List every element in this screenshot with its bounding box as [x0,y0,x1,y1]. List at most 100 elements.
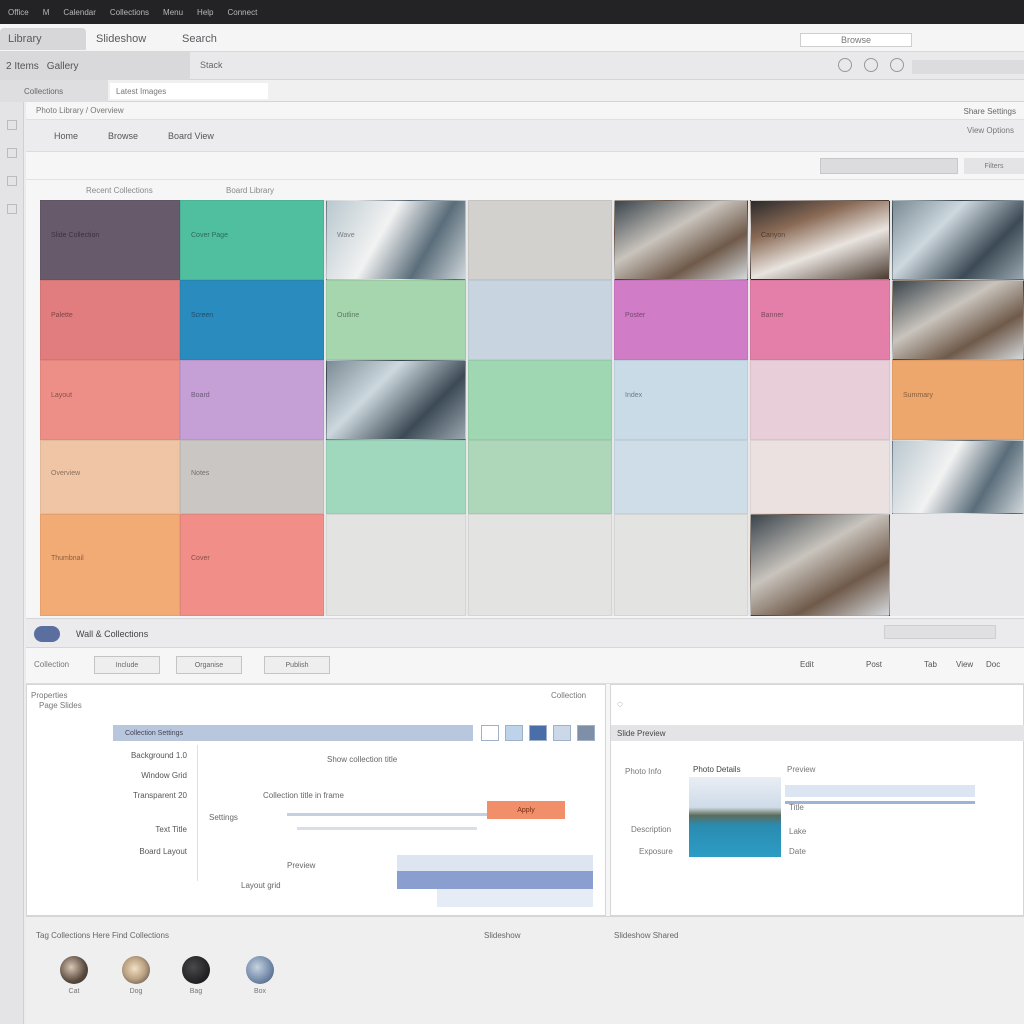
show-title-option[interactable]: Show collection title [327,755,397,764]
collections-label[interactable]: Collections [0,80,108,102]
gallery-tile[interactable] [468,280,612,360]
section-search[interactable] [884,625,996,639]
gallery-tile[interactable]: Wave [326,200,466,280]
include-button[interactable]: Include [94,656,160,674]
collection-settings-strip[interactable]: Collection Settings [113,725,473,741]
list-icon[interactable] [553,725,571,741]
system-menu-item[interactable]: Menu [163,8,183,17]
gallery-tile[interactable] [326,360,466,440]
gallery-tile[interactable] [892,440,1024,514]
tab-library[interactable]: Library [0,28,86,50]
system-menu-item[interactable]: Help [197,8,213,17]
info-value[interactable]: Lake [789,827,806,836]
tab-icon[interactable]: Tab [924,660,937,669]
rail-icon[interactable] [6,204,17,214]
dock-item[interactable]: Dog [116,956,156,1012]
row-value[interactable]: 1.0 [176,751,187,760]
stack-label[interactable]: Stack [200,60,223,70]
opacity-slider[interactable] [287,813,487,816]
row-value[interactable]: 20 [178,791,187,800]
dock-item[interactable]: Box [240,956,280,1012]
gallery-tile[interactable]: Layout [40,360,180,440]
rail-icon[interactable] [6,120,17,130]
doc-icon[interactable]: Doc [986,660,1000,669]
gallery-tile[interactable] [326,514,466,616]
share-settings-link[interactable]: Share Settings [964,107,1016,116]
gallery-tile[interactable]: Index [614,360,748,440]
system-menu-item[interactable]: Collections [110,8,149,17]
system-menu-item[interactable]: Calendar [63,8,95,17]
system-menu-item[interactable]: Connect [228,8,258,17]
gallery-tile[interactable] [892,200,1024,280]
gallery-tile[interactable] [326,440,466,514]
latest-images-field[interactable]: Latest Images [110,83,268,99]
grid-icon[interactable] [505,725,523,741]
frame-icon[interactable] [529,725,547,741]
toolbar-browse[interactable]: Browse [108,131,138,141]
gallery-tile[interactable]: Poster [614,280,748,360]
gallery-tile[interactable] [468,200,612,280]
system-menu-item[interactable]: M [43,8,50,17]
more-icon[interactable] [577,725,595,741]
gallery-tile[interactable] [750,514,890,616]
info-value[interactable]: Date [789,847,806,856]
gallery-tile[interactable] [468,514,612,616]
row-value[interactable]: Title [172,825,187,834]
dock-item[interactable]: Bag [176,956,216,1012]
refresh-icon[interactable] [838,58,852,72]
gallery-tile[interactable]: Screen [180,280,324,360]
gallery-tile[interactable]: Banner [750,280,890,360]
view-options[interactable]: View Options [967,126,1014,135]
gallery-tile[interactable]: Palette [40,280,180,360]
gallery-tile[interactable]: Cover [180,514,324,616]
gallery-tile[interactable] [614,200,748,280]
filters-button[interactable]: Filters [964,158,1024,174]
tab-slideshow[interactable]: Slideshow [88,28,172,50]
gallery-tile[interactable] [750,360,890,440]
search-bar[interactable] [912,60,1024,74]
spacing-slider[interactable] [297,827,477,830]
gallery-tile[interactable]: Notes [180,440,324,514]
settings-icon[interactable] [864,58,878,72]
filter-dropdown[interactable] [820,158,958,174]
gallery-tile[interactable]: Slide Collection [40,200,180,280]
gallery-tile[interactable] [468,360,612,440]
gallery-tile[interactable]: Canyon [750,200,890,280]
gallery-tile[interactable]: Summary [892,360,1024,440]
lake-photo[interactable] [689,777,781,857]
rail-icon[interactable] [6,148,17,158]
gallery-tile[interactable] [468,440,612,514]
row-value[interactable]: Layout [163,847,187,856]
gallery-tile[interactable]: Outline [326,280,466,360]
rail-icon[interactable] [6,176,17,186]
gallery-tile[interactable]: Board [180,360,324,440]
breadcrumb-text[interactable]: Photo Library / Overview [36,106,124,115]
footer-right-text[interactable]: Slideshow Shared [614,931,678,940]
gallery-tile[interactable] [614,514,748,616]
toolbar-home[interactable]: Home [54,131,78,141]
image-icon[interactable] [481,725,499,741]
apply-button[interactable]: Apply [487,801,565,819]
post-icon[interactable]: Post [866,660,882,669]
footer-mid-text[interactable]: Slideshow [484,931,520,940]
edit-icon[interactable]: Edit [800,660,814,669]
organise-button[interactable]: Organise [176,656,242,674]
gallery-tile[interactable]: Overview [40,440,180,514]
gallery-tile[interactable] [614,440,748,514]
gallery-tile[interactable] [750,440,890,514]
toolbar-board-view[interactable]: Board View [168,131,214,141]
slide-preview-title[interactable]: Slide Preview [611,725,1024,741]
view-icon[interactable]: View [956,660,973,669]
layout-icon[interactable] [890,58,904,72]
system-menu-item[interactable]: Office [8,8,29,17]
title-in-frame-option[interactable]: Collection title in frame [263,791,344,800]
gallery-tile[interactable]: Cover Page [180,200,324,280]
gallery-tile[interactable] [892,280,1024,360]
publish-button[interactable]: Publish [264,656,330,674]
preview-block[interactable] [397,871,593,889]
gallery-tile[interactable]: Thumbnail [40,514,180,616]
footer-left-text[interactable]: Tag Collections Here Find Collections [36,931,169,940]
row-value[interactable]: Grid [172,771,187,780]
browse-field[interactable]: Browse [800,33,912,47]
gallery-label[interactable]: Gallery [47,61,79,72]
